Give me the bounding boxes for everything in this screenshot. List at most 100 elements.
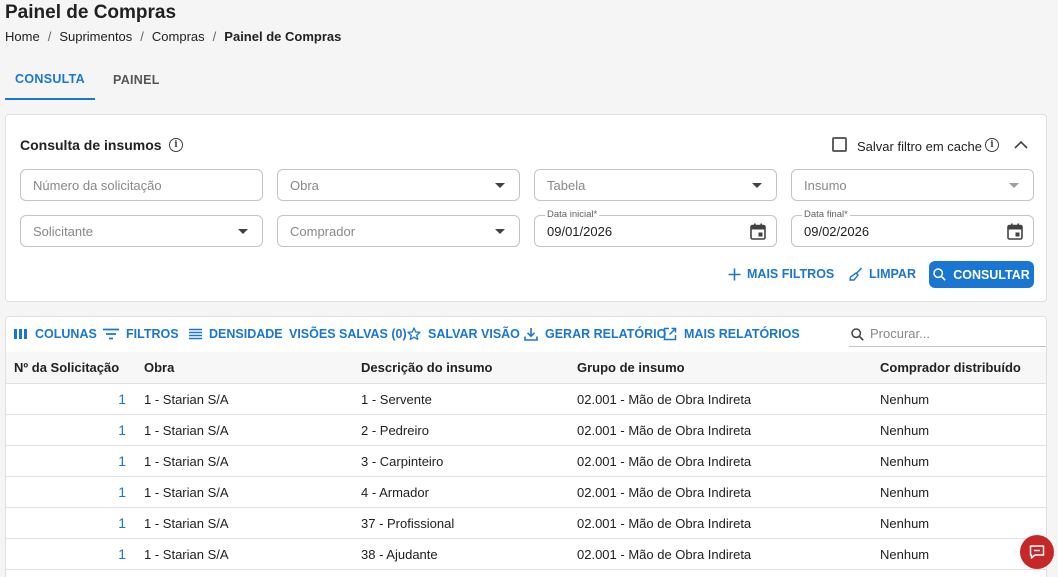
results-grid: COLUNAS FILTROS DENSIDADE VISÕES SALVAS … (5, 316, 1047, 577)
table-header: Nº da Solicitação Obra Descrição do insu… (6, 352, 1046, 384)
comprador-cell: Nenhum (880, 454, 930, 469)
solicitacao-link[interactable]: 1 (106, 453, 126, 469)
calendar-icon[interactable] (750, 223, 766, 240)
table-row[interactable]: 1 1 - Starian S/A 2 - Pedreiro 02.001 - … (6, 415, 1046, 446)
solicitacao-link[interactable]: 1 (106, 391, 126, 407)
insumo-placeholder: Insumo (804, 178, 847, 193)
solicitacao-link[interactable]: 1 (106, 515, 126, 531)
columns-icon (14, 329, 27, 339)
mais-relatorios-button[interactable]: MAIS RELATÓRIOS (663, 327, 800, 341)
column-header-descricao[interactable]: Descrição do insumo (361, 360, 492, 375)
consultar-label: CONSULTAR (953, 267, 1030, 282)
grid-toolbar: COLUNAS FILTROS DENSIDADE VISÕES SALVAS … (6, 317, 1046, 351)
solicitacao-link[interactable]: 1 (106, 422, 126, 438)
gerar-relatorio-button[interactable]: GERAR RELATÓRIO (524, 327, 666, 341)
breadcrumb-suprimentos[interactable]: Suprimentos (59, 29, 132, 44)
comprador-cell: Nenhum (880, 392, 930, 407)
breadcrumb-separator: / (140, 29, 144, 44)
data-inicial-field[interactable]: Data inicial* 09/01/2026 (534, 209, 777, 247)
open-in-new-icon (663, 327, 677, 341)
column-header-obra[interactable]: Obra (144, 360, 174, 375)
salvar-visao-button[interactable]: SALVAR VISÃO (407, 327, 520, 341)
data-final-field[interactable]: Data final* 09/02/2026 (791, 209, 1034, 247)
table-row[interactable]: 1 1 - Starian S/A 38 - Ajudante 02.001 -… (6, 539, 1046, 570)
search-input[interactable]: Procurar... (849, 321, 1046, 347)
chevron-up-icon[interactable] (1013, 137, 1029, 153)
grupo-cell: 02.001 - Mão de Obra Indireta (577, 423, 752, 438)
breadcrumb-separator: / (212, 29, 217, 44)
mais-filtros-button[interactable]: MAIS FILTROS (728, 267, 834, 281)
solicitante-select[interactable]: Solicitante (20, 215, 263, 247)
tab-bar: CONSULTA PAINEL (5, 60, 173, 100)
dropdown-arrow-icon (238, 229, 248, 234)
column-header-grupo[interactable]: Grupo de insumo (577, 360, 685, 375)
obra-select[interactable]: Obra (277, 169, 520, 201)
tab-painel[interactable]: PAINEL (95, 60, 173, 100)
table-row[interactable]: 1 1 - Starian S/A 37 - Profissional 02.0… (6, 508, 1046, 539)
dropdown-arrow-icon (1009, 183, 1019, 188)
data-inicial-value: 09/01/2026 (547, 224, 613, 239)
descricao-cell: 38 - Ajudante (361, 547, 438, 562)
column-header-numero[interactable]: Nº da Solicitação (14, 360, 119, 375)
obra-cell: 1 - Starian S/A (144, 547, 229, 562)
breadcrumb-compras[interactable]: Compras (152, 29, 205, 44)
search-placeholder: Procurar... (870, 326, 930, 341)
consultar-button[interactable]: CONSULTAR (929, 261, 1034, 288)
star-icon (407, 327, 421, 341)
numero-solicitacao-input[interactable]: Número da solicitação (20, 169, 263, 201)
calendar-icon[interactable] (1007, 223, 1023, 240)
descricao-cell: 4 - Armador (361, 485, 429, 500)
feedback-fab-button[interactable] (1020, 535, 1054, 569)
search-icon (933, 268, 946, 281)
grupo-cell: 02.001 - Mão de Obra Indireta (577, 516, 752, 531)
visoes-salvas-button[interactable]: VISÕES SALVAS (0) (289, 327, 407, 341)
obra-cell: 1 - Starian S/A (144, 423, 229, 438)
cache-label: Salvar filtro em cache (857, 139, 982, 154)
info-icon[interactable]: i (169, 138, 183, 152)
insumo-select[interactable]: Insumo (791, 169, 1034, 201)
grupo-cell: 02.001 - Mão de Obra Indireta (577, 454, 752, 469)
data-final-value: 09/02/2026 (804, 224, 870, 239)
solicitacao-link[interactable]: 1 (106, 484, 126, 500)
descricao-cell: 2 - Pedreiro (361, 423, 429, 438)
colunas-button[interactable]: COLUNAS (14, 327, 97, 341)
limpar-button[interactable]: LIMPAR (849, 267, 916, 281)
column-header-comprador[interactable]: Comprador distribuído (880, 360, 1021, 375)
breadcrumb-current: Painel de Compras (224, 29, 342, 44)
densidade-button[interactable]: DENSIDADE (189, 327, 283, 341)
dropdown-arrow-icon (752, 183, 762, 188)
cache-info-icon[interactable]: i (985, 138, 999, 152)
table-row[interactable]: 1 1 - Starian S/A 3 - Carpinteiro 02.001… (6, 446, 1046, 477)
table-row[interactable]: 1 1 - Starian S/A 4 - Armador 02.001 - M… (6, 477, 1046, 508)
tab-consulta[interactable]: CONSULTA (5, 60, 95, 100)
obra-cell: 1 - Starian S/A (144, 454, 229, 469)
limpar-label: LIMPAR (869, 267, 916, 281)
broom-icon (849, 267, 863, 281)
breadcrumb-home[interactable]: Home (5, 29, 40, 44)
filtros-button[interactable]: FILTROS (103, 327, 179, 341)
filter-panel: Consulta de insumos i Salvar filtro em c… (5, 114, 1047, 302)
comprador-select[interactable]: Comprador (277, 215, 520, 247)
comprador-cell: Nenhum (880, 423, 930, 438)
comprador-cell: Nenhum (880, 547, 930, 562)
grupo-cell: 02.001 - Mão de Obra Indireta (577, 547, 752, 562)
download-icon (524, 328, 538, 341)
numero-solicitacao-placeholder: Número da solicitação (33, 178, 162, 193)
density-icon (189, 328, 202, 340)
cache-checkbox[interactable] (832, 137, 847, 152)
mais-relatorios-label: MAIS RELATÓRIOS (684, 327, 800, 341)
densidade-label: DENSIDADE (209, 327, 283, 341)
dropdown-arrow-icon (495, 183, 505, 188)
solicitacao-link[interactable]: 1 (106, 546, 126, 562)
grupo-cell: 02.001 - Mão de Obra Indireta (577, 392, 752, 407)
descricao-cell: 37 - Profissional (361, 516, 455, 531)
obra-cell: 1 - Starian S/A (144, 392, 229, 407)
obra-cell: 1 - Starian S/A (144, 516, 229, 531)
page-title: Painel de Compras (5, 2, 177, 23)
data-inicial-label: Data inicial* (545, 209, 600, 220)
comprador-cell: Nenhum (880, 516, 930, 531)
filter-list-icon (103, 328, 119, 340)
tabela-select[interactable]: Tabela (534, 169, 777, 201)
table-row[interactable]: 1 1 - Starian S/A 1 - Servente 02.001 - … (6, 384, 1046, 415)
solicitante-placeholder: Solicitante (33, 224, 93, 239)
